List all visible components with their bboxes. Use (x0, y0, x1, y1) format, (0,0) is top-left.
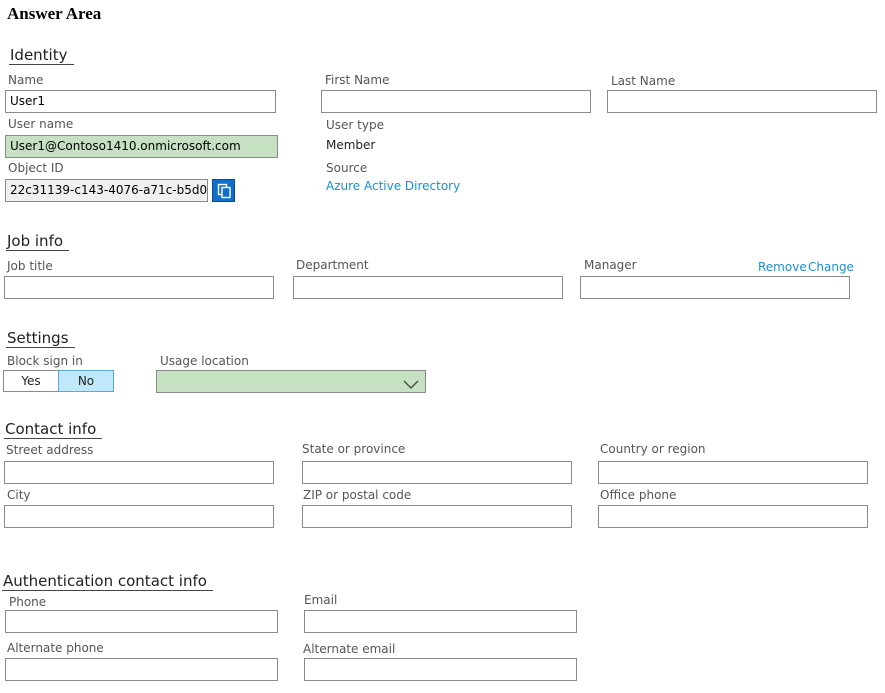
source-link[interactable]: Azure Active Directory (326, 179, 460, 193)
email-label: Email (304, 593, 338, 607)
department-label: Department (296, 258, 369, 272)
alternate-email-label: Alternate email (303, 642, 396, 656)
job-title-field[interactable] (4, 276, 274, 299)
zip-label: ZIP or postal code (303, 488, 412, 502)
settings-heading: Settings (6, 329, 75, 348)
contact-info-heading: Contact info (4, 420, 103, 439)
country-field[interactable] (598, 461, 868, 484)
alternate-phone-label: Alternate phone (7, 641, 104, 655)
name-field[interactable]: User1 (5, 90, 276, 113)
user-name-field[interactable]: User1@Contoso1410.onmicrosoft.com (5, 135, 278, 158)
user-type-value: Member (326, 138, 376, 152)
remove-manager-link[interactable]: Remove (758, 260, 807, 274)
object-id-field: 22c31139-c143-4076-a71c-b5d0d5... (5, 179, 208, 202)
first-name-label: First Name (325, 73, 390, 87)
last-name-label: Last Name (611, 74, 676, 88)
office-phone-label: Office phone (600, 488, 677, 502)
country-label: Country or region (600, 442, 706, 456)
block-sign-in-yes[interactable]: Yes (3, 370, 59, 392)
zip-field[interactable] (302, 505, 572, 528)
user-type-label: User type (326, 118, 384, 132)
phone-label: Phone (9, 595, 47, 609)
block-sign-in-label: Block sign in (7, 354, 83, 368)
first-name-field[interactable] (321, 90, 591, 113)
phone-field[interactable] (5, 610, 278, 633)
usage-location-select[interactable] (156, 370, 426, 393)
street-address-label: Street address (6, 443, 94, 457)
office-phone-field[interactable] (598, 505, 868, 528)
copy-icon (217, 183, 232, 203)
manager-label: Manager (584, 258, 637, 272)
city-label: City (7, 488, 31, 502)
name-label: Name (8, 73, 44, 87)
copy-button[interactable] (212, 179, 235, 202)
alternate-phone-field[interactable] (5, 658, 278, 681)
chevron-down-icon (403, 376, 419, 392)
state-field[interactable] (302, 461, 572, 484)
alternate-email-field[interactable] (304, 658, 577, 681)
auth-contact-heading: Authentication contact info (2, 572, 213, 591)
city-field[interactable] (4, 505, 274, 528)
block-sign-in-no[interactable]: No (58, 370, 114, 392)
department-field[interactable] (293, 276, 563, 299)
state-label: State or province (302, 442, 406, 456)
manager-field[interactable] (580, 276, 850, 299)
identity-heading: Identity (9, 46, 74, 65)
job-title-label: Job title (7, 259, 53, 273)
source-label: Source (326, 161, 368, 175)
change-manager-link[interactable]: Change (808, 260, 854, 274)
email-field[interactable] (304, 610, 577, 633)
street-address-field[interactable] (4, 461, 274, 484)
user-name-label: User name (8, 117, 74, 131)
usage-location-label: Usage location (160, 354, 249, 368)
job-info-heading: Job info (6, 232, 70, 251)
last-name-field[interactable] (607, 90, 877, 113)
page-title: Answer Area (7, 4, 102, 23)
object-id-label: Object ID (8, 161, 64, 175)
